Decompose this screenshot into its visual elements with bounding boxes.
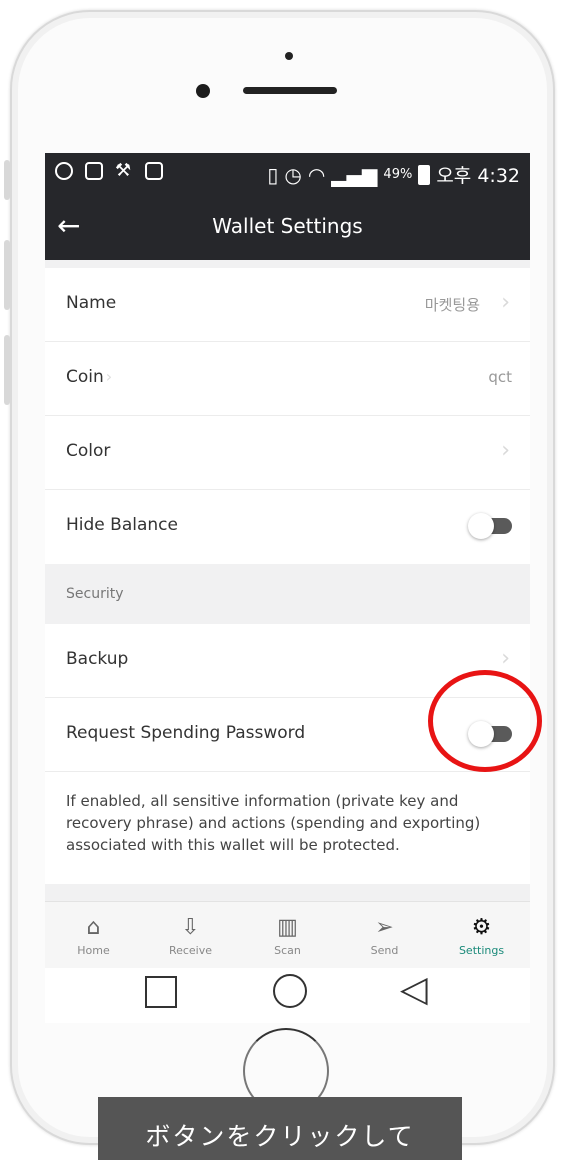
setting-row-name[interactable]: Name 마켓팅용 › [45,268,530,342]
setting-row-coin[interactable]: Coin › qct [45,342,530,416]
setting-label: Coin [66,367,104,387]
tab-receive[interactable]: ⇩ Receive [142,902,239,969]
setting-label: Backup [66,649,129,669]
tab-label: Scan [274,944,301,957]
highlight-circle [428,670,542,772]
tab-send[interactable]: ➢ Send [336,902,433,969]
page-title: Wallet Settings [212,214,363,238]
chevron-right-icon: › [105,367,113,386]
back-nav-button[interactable]: ◁ [400,970,428,1010]
caption-banner: ボタンをクリックして [98,1097,462,1160]
setting-value: qct [488,368,512,386]
settings-list: Name 마켓팅용 › Coin › qct Color › Hide Balan… [45,260,530,924]
recent-apps-button[interactable] [145,976,177,1008]
battery-icon [418,164,431,185]
section-header-security: Security [45,564,530,624]
setting-row-color[interactable]: Color › [45,416,530,490]
tab-home[interactable]: ⌂ Home [45,902,142,969]
section-title: Security [66,586,124,602]
tab-settings[interactable]: ⚙ Settings [433,902,530,969]
send-icon: ➢ [375,915,394,940]
bottom-tab-bar: ⌂ Home ⇩ Receive ▥ Scan ➢ Send ⚙ Setting… [45,901,530,969]
password-help-text: If enabled, all sensitive information (p… [66,792,481,854]
setting-label: Hide Balance [66,515,178,535]
chevron-right-icon: › [501,646,510,671]
receive-icon: ⇩ [181,915,200,940]
vibrate-icon: ▯ [267,162,279,187]
notification-icon [55,162,73,180]
tab-label: Settings [458,944,505,957]
facebook-icon [85,162,103,180]
android-nav-bar: ◁ [45,968,530,1023]
toggle-knob [468,513,494,539]
setting-label: Name [66,293,117,313]
setting-label: Color [66,441,111,461]
side-button-volume-up [4,240,10,310]
signal-icon: ▂▄▆ [331,162,378,187]
earpiece-speaker [243,87,337,94]
scan-icon: ▥ [277,915,298,940]
spacer [45,260,530,268]
setting-row-hide-balance: Hide Balance [45,490,530,564]
status-bar: ⚒ ▯ ◷ ◠ ▂▄▆ 49% 오후 4:32 [45,153,530,198]
tab-label: Home [77,944,110,957]
sensor-dot [285,52,293,60]
alarm-icon: ◷ [284,162,302,187]
chevron-right-icon: › [501,438,510,463]
battery-percent: 49% [383,167,413,182]
tab-label: Send [370,944,399,957]
tab-label: Receive [168,944,213,957]
settings-icon: ⚙ [471,915,492,940]
phone-screen: ⚒ ▯ ◷ ◠ ▂▄▆ 49% 오후 4:32 ← Wallet Setting… [45,153,530,1023]
side-button-volume-down [4,335,10,405]
home-icon: ⌂ [86,915,101,940]
setting-value: 마켓팅용 [424,296,480,314]
wifi-icon: ◠ [307,162,326,187]
home-nav-button[interactable] [273,974,307,1008]
image-icon [145,162,163,180]
setting-label: Request Spending Password [66,723,306,743]
chevron-right-icon: › [501,290,510,315]
wrench-icon: ⚒ [115,160,132,181]
clock: 오후 4:32 [436,165,520,187]
app-header: ← Wallet Settings [45,198,530,260]
front-camera [196,84,210,98]
setting-label-group: Coin › [66,367,112,387]
tab-scan[interactable]: ▥ Scan [239,902,336,969]
hide-balance-toggle[interactable] [468,513,512,539]
side-button-mute [4,160,10,200]
